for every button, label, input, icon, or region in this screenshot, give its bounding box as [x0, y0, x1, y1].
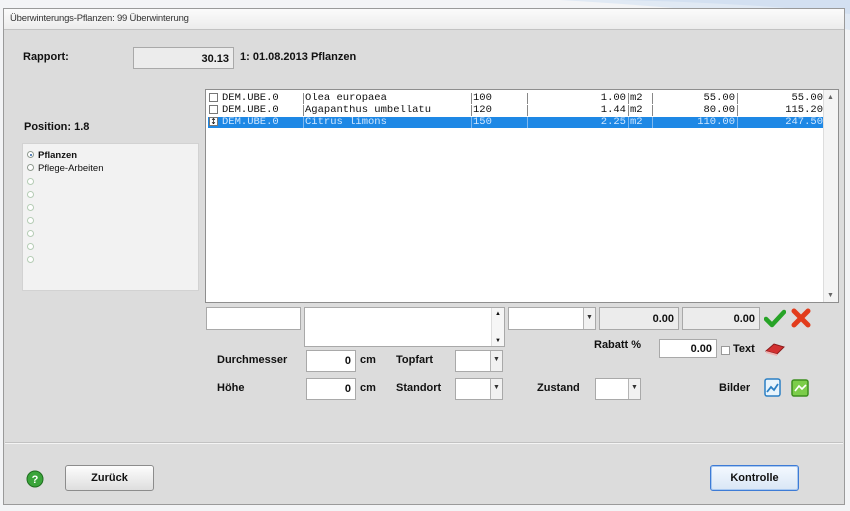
positions-table[interactable]: DEM.ÜBE.0 Olea europaea 100 1.00 m2 55.0… — [205, 89, 839, 303]
cell-unit: m2 — [628, 93, 652, 104]
table-row-selected[interactable]: ↕ DEM.ÜBE.0 Citrus limons 150 2.25 m2 11… — [208, 117, 825, 128]
image-icon[interactable] — [762, 377, 784, 399]
row-checkbox[interactable] — [209, 105, 218, 114]
cell-size: 120 — [471, 105, 527, 116]
description-textarea[interactable]: ▲ ▼ — [304, 307, 505, 347]
cell-total: 55.00 — [737, 93, 825, 104]
unit-select[interactable]: ▼ — [508, 307, 596, 330]
radio-empty-icon — [27, 191, 34, 198]
table-scrollbar[interactable]: ▲ ▼ — [823, 90, 838, 302]
cell-qty: 1.00 — [527, 93, 628, 104]
cell-code: DEM.ÜBE.0 — [222, 93, 279, 104]
position-label: Position: 1.8 — [24, 121, 90, 133]
zustand-label: Zustand — [537, 382, 580, 394]
rapport-info: 1: 01.08.2013 Pflanzen — [240, 51, 357, 63]
rabatt-input[interactable]: 0.00 — [659, 339, 717, 358]
radio-label-pflege-arbeiten: Pflege-Arbeiten — [38, 163, 104, 174]
dropdown-arrow-icon[interactable]: ▼ — [628, 379, 640, 399]
zustand-select[interactable]: ▼ — [595, 378, 641, 400]
topfart-label: Topfart — [396, 354, 434, 366]
radio-empty-icon — [27, 178, 34, 185]
cell-unit: m2 — [628, 105, 652, 116]
amount-field-1[interactable]: 0.00 — [599, 307, 679, 330]
bilder-label: Bilder — [719, 382, 751, 394]
check-icon[interactable] — [764, 309, 786, 329]
cell-qty: 2.25 — [527, 117, 628, 128]
svg-text:?: ? — [32, 474, 39, 486]
radio-selected-icon — [27, 151, 34, 158]
scroll-down-icon[interactable]: ▼ — [495, 338, 501, 344]
cancel-icon[interactable] — [791, 308, 811, 328]
window-title: Überwinterungs-Pflanzen: 99 Überwinterun… — [10, 13, 189, 24]
scroll-down-icon[interactable]: ▼ — [827, 292, 834, 299]
table-row[interactable]: DEM.ÜBE.0 Agapanthus umbellatu 120 1.44 … — [208, 105, 825, 116]
title-bar: Überwinterungs-Pflanzen: 99 Überwinterun… — [4, 9, 844, 30]
table-row[interactable]: DEM.ÜBE.0 Olea europaea 100 1.00 m2 55.0… — [208, 93, 825, 104]
standort-label: Standort — [396, 382, 442, 394]
hoehe-label: Höhe — [217, 382, 245, 394]
radio-label-pflanzen: Pflanzen — [38, 150, 78, 161]
cell-unit: m2 — [628, 117, 652, 128]
topfart-select[interactable]: ▼ — [455, 350, 503, 372]
text-checkbox[interactable] — [721, 346, 730, 355]
dropdown-arrow-icon[interactable]: ▼ — [490, 379, 502, 399]
standort-select[interactable]: ▼ — [455, 378, 503, 400]
zurueck-button[interactable]: Zurück — [65, 465, 154, 491]
radio-unselected-icon — [27, 164, 34, 171]
rabatt-label: Rabatt % — [594, 339, 642, 351]
row-resize-icon[interactable]: ↕ — [209, 117, 218, 126]
dropdown-arrow-icon[interactable]: ▼ — [583, 308, 595, 329]
scroll-up-icon[interactable]: ▲ — [827, 94, 834, 101]
radio-empty-icon — [27, 256, 34, 263]
eraser-icon[interactable] — [764, 341, 786, 357]
textarea-scrollbar[interactable]: ▲ ▼ — [491, 308, 504, 346]
cell-price: 55.00 — [652, 93, 737, 104]
radio-empty-icon — [27, 243, 34, 250]
cell-size: 150 — [471, 117, 527, 128]
durchmesser-unit: cm — [360, 354, 376, 366]
durchmesser-input[interactable]: 0 — [306, 350, 356, 372]
code-input[interactable] — [206, 307, 301, 330]
hoehe-input[interactable]: 0 — [306, 378, 356, 400]
help-icon[interactable]: ? — [26, 470, 44, 488]
cell-name: Olea europaea — [303, 93, 471, 104]
cell-qty: 1.44 — [527, 105, 628, 116]
cell-size: 100 — [471, 93, 527, 104]
radio-empty-icon — [27, 217, 34, 224]
cell-price: 80.00 — [652, 105, 737, 116]
footer-separator — [5, 442, 843, 444]
amount-field-2[interactable]: 0.00 — [682, 307, 760, 330]
radio-empty-icon — [27, 230, 34, 237]
kontrolle-button[interactable]: Kontrolle — [710, 465, 799, 491]
durchmesser-label: Durchmesser — [217, 354, 288, 366]
category-panel: Pflanzen Pflege-Arbeiten — [22, 143, 199, 291]
radio-empty-icon — [27, 204, 34, 211]
cell-price: 110.00 — [652, 117, 737, 128]
text-label: Text — [733, 343, 755, 355]
scroll-up-icon[interactable]: ▲ — [495, 311, 501, 317]
dropdown-arrow-icon[interactable]: ▼ — [490, 351, 502, 371]
image-add-icon[interactable] — [789, 377, 811, 399]
cell-total: 115.20 — [737, 105, 825, 116]
rapport-field[interactable]: 30.13 — [133, 47, 234, 69]
rapport-label: Rapport: — [23, 51, 69, 63]
cell-code: DEM.ÜBE.0 — [222, 117, 279, 128]
hoehe-unit: cm — [360, 382, 376, 394]
cell-name: Agapanthus umbellatu — [303, 105, 471, 116]
row-checkbox[interactable] — [209, 93, 218, 102]
cell-code: DEM.ÜBE.0 — [222, 105, 279, 116]
cell-name: Citrus limons — [303, 117, 471, 128]
main-window: Überwinterungs-Pflanzen: 99 Überwinterun… — [3, 8, 845, 505]
cell-total: 247.50 — [737, 117, 825, 128]
